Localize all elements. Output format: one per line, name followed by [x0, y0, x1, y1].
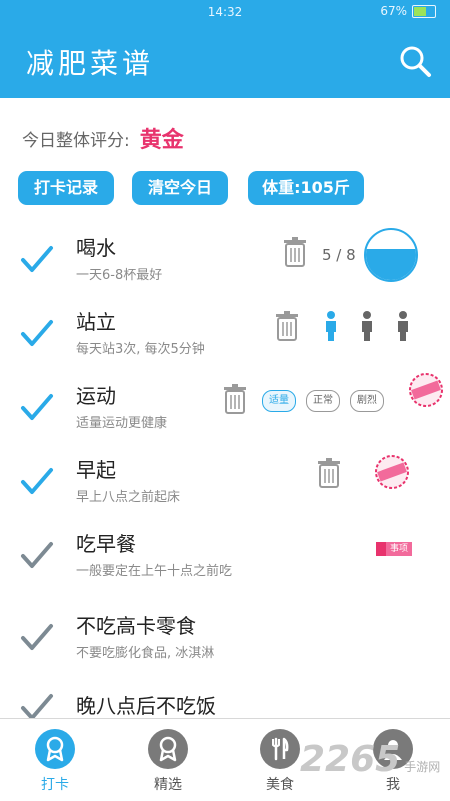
battery-indicator: 67%	[380, 4, 436, 18]
water-count: 5 / 8	[322, 246, 356, 264]
badge-icon	[148, 729, 188, 769]
tab-label: 精选	[154, 777, 182, 793]
bottom-nav: 打卡 精选 美食 我 2265 手游网	[0, 718, 450, 801]
action-bar: 打卡记录 清空今日 体重:105斤	[0, 171, 450, 207]
list-item[interactable]: 早起 早上八点之前起床	[0, 448, 450, 518]
intensity-light-chip[interactable]: 适量	[262, 390, 296, 412]
item-subtitle: 每天站3次, 每次5分钟	[76, 342, 205, 357]
cutlery-icon	[260, 729, 300, 769]
intensity-normal-chip[interactable]: 正常	[306, 390, 340, 412]
check-icon[interactable]	[20, 244, 54, 274]
item-subtitle: 不要吃膨化食品, 冰淇淋	[76, 646, 215, 661]
check-icon[interactable]	[20, 540, 54, 570]
item-title: 不吃高卡零食	[76, 614, 196, 638]
tab-label: 打卡	[41, 777, 69, 793]
list-item[interactable]: 不吃高卡零食 不要吃膨化食品, 冰淇淋	[0, 604, 450, 674]
item-title: 晚八点后不吃饭	[76, 694, 216, 718]
status-bar: 14:32 67%	[0, 0, 450, 24]
item-tag: 事项	[376, 542, 413, 556]
weight-button[interactable]: 体重:105斤	[248, 171, 364, 205]
checkin-record-button[interactable]: 打卡记录	[18, 171, 114, 205]
stand-progress	[322, 310, 412, 342]
item-title: 站立	[76, 310, 116, 334]
trash-icon[interactable]	[222, 384, 248, 414]
tab-checkin[interactable]: 打卡	[20, 729, 90, 794]
stand-figure-icon	[398, 311, 408, 341]
list-item[interactable]: 喝水 一天6-8杯最好 5 / 8	[0, 226, 450, 296]
check-icon[interactable]	[20, 622, 54, 652]
clear-today-button[interactable]: 清空今日	[132, 171, 228, 205]
trash-icon[interactable]	[316, 458, 342, 488]
check-icon[interactable]	[20, 392, 54, 422]
score-value: 黄金	[139, 128, 184, 153]
app-title: 减肥菜谱	[26, 47, 155, 80]
watermark: 2265 手游网	[300, 739, 440, 780]
item-subtitle: 一般要定在上午十点之前吃	[76, 564, 233, 579]
list-item[interactable]: 运动 适量运动更健康 适量 正常 剧烈	[0, 373, 450, 444]
stand-figure-icon	[326, 311, 336, 341]
item-subtitle: 早上八点之前起床	[76, 490, 181, 505]
daily-score: 今日整体评分: 黄金	[22, 122, 184, 154]
stamp-icon	[375, 455, 409, 489]
watermark-site: 手游网	[404, 760, 441, 774]
battery-icon	[412, 4, 436, 18]
item-title: 运动	[76, 384, 116, 408]
search-icon[interactable]	[398, 44, 432, 78]
item-subtitle: 适量运动更健康	[76, 416, 168, 431]
intensity-intense-chip[interactable]: 剧烈	[350, 390, 384, 412]
watermark-brand: 2265	[300, 739, 401, 780]
tab-featured[interactable]: 精选	[133, 729, 203, 794]
item-title: 早起	[76, 458, 116, 482]
trash-icon[interactable]	[282, 237, 308, 267]
stamp-icon	[409, 373, 443, 407]
trash-icon[interactable]	[274, 311, 300, 341]
list-item[interactable]: 吃早餐 一般要定在上午十点之前吃 事项	[0, 522, 450, 592]
check-icon[interactable]	[20, 692, 54, 718]
water-progress[interactable]	[364, 228, 418, 282]
battery-percent: 67%	[380, 4, 407, 18]
check-icon[interactable]	[20, 318, 54, 348]
item-title: 喝水	[76, 236, 116, 260]
list-item[interactable]: 晚八点后不吃饭	[0, 684, 450, 718]
check-icon[interactable]	[20, 466, 54, 496]
item-subtitle: 一天6-8杯最好	[76, 268, 163, 283]
ribbon-icon	[35, 729, 75, 769]
score-label: 今日整体评分:	[22, 130, 130, 151]
list-item[interactable]: 站立 每天站3次, 每次5分钟	[0, 300, 450, 370]
app-header: 减肥菜谱	[0, 24, 450, 98]
item-title: 吃早餐	[76, 532, 136, 556]
stand-figure-icon	[362, 311, 372, 341]
intensity-options: 适量 正常 剧烈	[262, 390, 384, 412]
